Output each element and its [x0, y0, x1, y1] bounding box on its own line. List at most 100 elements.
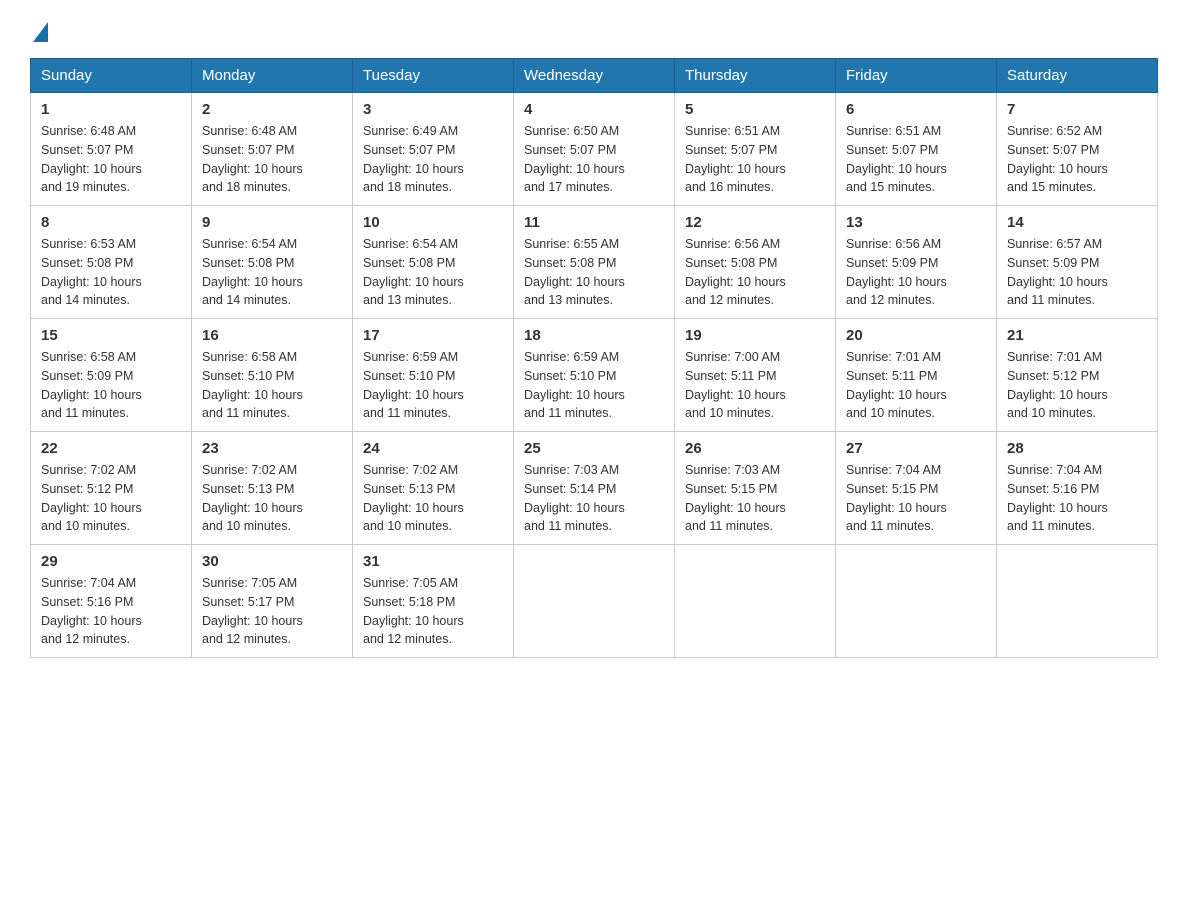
day-number: 31 — [363, 553, 503, 570]
calendar-cell: 12 Sunrise: 6:56 AM Sunset: 5:08 PM Dayl… — [675, 206, 836, 319]
calendar-cell: 30 Sunrise: 7:05 AM Sunset: 5:17 PM Dayl… — [192, 545, 353, 658]
day-number: 29 — [41, 553, 181, 570]
day-info: Sunrise: 7:02 AM Sunset: 5:13 PM Dayligh… — [363, 461, 503, 536]
calendar-cell: 26 Sunrise: 7:03 AM Sunset: 5:15 PM Dayl… — [675, 432, 836, 545]
day-number: 16 — [202, 327, 342, 344]
calendar-cell: 10 Sunrise: 6:54 AM Sunset: 5:08 PM Dayl… — [353, 206, 514, 319]
calendar-cell: 21 Sunrise: 7:01 AM Sunset: 5:12 PM Dayl… — [997, 319, 1158, 432]
weekday-header-row: SundayMondayTuesdayWednesdayThursdayFrid… — [31, 59, 1158, 93]
calendar-cell: 27 Sunrise: 7:04 AM Sunset: 5:15 PM Dayl… — [836, 432, 997, 545]
calendar-cell: 22 Sunrise: 7:02 AM Sunset: 5:12 PM Dayl… — [31, 432, 192, 545]
calendar-body: 1 Sunrise: 6:48 AM Sunset: 5:07 PM Dayli… — [31, 93, 1158, 658]
day-number: 22 — [41, 440, 181, 457]
calendar-cell: 15 Sunrise: 6:58 AM Sunset: 5:09 PM Dayl… — [31, 319, 192, 432]
day-info: Sunrise: 6:48 AM Sunset: 5:07 PM Dayligh… — [41, 122, 181, 197]
day-number: 24 — [363, 440, 503, 457]
calendar-cell: 1 Sunrise: 6:48 AM Sunset: 5:07 PM Dayli… — [31, 93, 192, 206]
day-number: 1 — [41, 101, 181, 118]
day-number: 14 — [1007, 214, 1147, 231]
day-number: 4 — [524, 101, 664, 118]
day-info: Sunrise: 6:56 AM Sunset: 5:08 PM Dayligh… — [685, 235, 825, 310]
day-number: 7 — [1007, 101, 1147, 118]
day-number: 23 — [202, 440, 342, 457]
calendar-table: SundayMondayTuesdayWednesdayThursdayFrid… — [30, 58, 1158, 658]
day-info: Sunrise: 7:04 AM Sunset: 5:16 PM Dayligh… — [1007, 461, 1147, 536]
day-number: 21 — [1007, 327, 1147, 344]
calendar-cell: 14 Sunrise: 6:57 AM Sunset: 5:09 PM Dayl… — [997, 206, 1158, 319]
day-info: Sunrise: 6:58 AM Sunset: 5:10 PM Dayligh… — [202, 348, 342, 423]
calendar-cell: 13 Sunrise: 6:56 AM Sunset: 5:09 PM Dayl… — [836, 206, 997, 319]
day-info: Sunrise: 6:48 AM Sunset: 5:07 PM Dayligh… — [202, 122, 342, 197]
calendar-cell: 29 Sunrise: 7:04 AM Sunset: 5:16 PM Dayl… — [31, 545, 192, 658]
weekday-header-monday: Monday — [192, 59, 353, 93]
calendar-cell: 20 Sunrise: 7:01 AM Sunset: 5:11 PM Dayl… — [836, 319, 997, 432]
day-info: Sunrise: 7:02 AM Sunset: 5:12 PM Dayligh… — [41, 461, 181, 536]
day-info: Sunrise: 6:55 AM Sunset: 5:08 PM Dayligh… — [524, 235, 664, 310]
calendar-cell: 31 Sunrise: 7:05 AM Sunset: 5:18 PM Dayl… — [353, 545, 514, 658]
calendar-cell: 23 Sunrise: 7:02 AM Sunset: 5:13 PM Dayl… — [192, 432, 353, 545]
calendar-cell: 5 Sunrise: 6:51 AM Sunset: 5:07 PM Dayli… — [675, 93, 836, 206]
weekday-header-friday: Friday — [836, 59, 997, 93]
day-number: 15 — [41, 327, 181, 344]
day-number: 19 — [685, 327, 825, 344]
day-number: 6 — [846, 101, 986, 118]
day-info: Sunrise: 7:02 AM Sunset: 5:13 PM Dayligh… — [202, 461, 342, 536]
weekday-header-wednesday: Wednesday — [514, 59, 675, 93]
calendar-cell: 16 Sunrise: 6:58 AM Sunset: 5:10 PM Dayl… — [192, 319, 353, 432]
weekday-header-tuesday: Tuesday — [353, 59, 514, 93]
calendar-cell: 25 Sunrise: 7:03 AM Sunset: 5:14 PM Dayl… — [514, 432, 675, 545]
day-number: 27 — [846, 440, 986, 457]
day-info: Sunrise: 6:58 AM Sunset: 5:09 PM Dayligh… — [41, 348, 181, 423]
calendar-cell: 4 Sunrise: 6:50 AM Sunset: 5:07 PM Dayli… — [514, 93, 675, 206]
day-info: Sunrise: 7:00 AM Sunset: 5:11 PM Dayligh… — [685, 348, 825, 423]
calendar-cell: 7 Sunrise: 6:52 AM Sunset: 5:07 PM Dayli… — [997, 93, 1158, 206]
calendar-cell: 2 Sunrise: 6:48 AM Sunset: 5:07 PM Dayli… — [192, 93, 353, 206]
day-info: Sunrise: 7:04 AM Sunset: 5:15 PM Dayligh… — [846, 461, 986, 536]
calendar-cell — [836, 545, 997, 658]
day-number: 28 — [1007, 440, 1147, 457]
day-info: Sunrise: 6:56 AM Sunset: 5:09 PM Dayligh… — [846, 235, 986, 310]
week-row-5: 29 Sunrise: 7:04 AM Sunset: 5:16 PM Dayl… — [31, 545, 1158, 658]
calendar-cell: 11 Sunrise: 6:55 AM Sunset: 5:08 PM Dayl… — [514, 206, 675, 319]
day-number: 17 — [363, 327, 503, 344]
calendar-cell: 19 Sunrise: 7:00 AM Sunset: 5:11 PM Dayl… — [675, 319, 836, 432]
day-info: Sunrise: 7:05 AM Sunset: 5:18 PM Dayligh… — [363, 574, 503, 649]
calendar-cell — [675, 545, 836, 658]
calendar-cell: 24 Sunrise: 7:02 AM Sunset: 5:13 PM Dayl… — [353, 432, 514, 545]
day-info: Sunrise: 6:59 AM Sunset: 5:10 PM Dayligh… — [363, 348, 503, 423]
logo — [30, 20, 48, 40]
logo-triangle-icon — [33, 22, 48, 42]
calendar-cell: 8 Sunrise: 6:53 AM Sunset: 5:08 PM Dayli… — [31, 206, 192, 319]
day-number: 11 — [524, 214, 664, 231]
day-number: 26 — [685, 440, 825, 457]
day-info: Sunrise: 6:53 AM Sunset: 5:08 PM Dayligh… — [41, 235, 181, 310]
day-number: 12 — [685, 214, 825, 231]
day-number: 13 — [846, 214, 986, 231]
day-info: Sunrise: 6:54 AM Sunset: 5:08 PM Dayligh… — [202, 235, 342, 310]
day-number: 20 — [846, 327, 986, 344]
day-info: Sunrise: 6:57 AM Sunset: 5:09 PM Dayligh… — [1007, 235, 1147, 310]
day-info: Sunrise: 6:49 AM Sunset: 5:07 PM Dayligh… — [363, 122, 503, 197]
day-number: 25 — [524, 440, 664, 457]
calendar-cell — [997, 545, 1158, 658]
calendar-header: SundayMondayTuesdayWednesdayThursdayFrid… — [31, 59, 1158, 93]
day-number: 9 — [202, 214, 342, 231]
day-number: 10 — [363, 214, 503, 231]
day-info: Sunrise: 7:03 AM Sunset: 5:14 PM Dayligh… — [524, 461, 664, 536]
page-header — [30, 20, 1158, 40]
weekday-header-sunday: Sunday — [31, 59, 192, 93]
day-info: Sunrise: 6:50 AM Sunset: 5:07 PM Dayligh… — [524, 122, 664, 197]
day-number: 8 — [41, 214, 181, 231]
week-row-4: 22 Sunrise: 7:02 AM Sunset: 5:12 PM Dayl… — [31, 432, 1158, 545]
day-info: Sunrise: 6:51 AM Sunset: 5:07 PM Dayligh… — [685, 122, 825, 197]
day-number: 3 — [363, 101, 503, 118]
day-number: 18 — [524, 327, 664, 344]
day-info: Sunrise: 7:04 AM Sunset: 5:16 PM Dayligh… — [41, 574, 181, 649]
day-info: Sunrise: 6:59 AM Sunset: 5:10 PM Dayligh… — [524, 348, 664, 423]
calendar-cell: 3 Sunrise: 6:49 AM Sunset: 5:07 PM Dayli… — [353, 93, 514, 206]
day-info: Sunrise: 7:01 AM Sunset: 5:11 PM Dayligh… — [846, 348, 986, 423]
day-info: Sunrise: 7:03 AM Sunset: 5:15 PM Dayligh… — [685, 461, 825, 536]
day-number: 30 — [202, 553, 342, 570]
week-row-1: 1 Sunrise: 6:48 AM Sunset: 5:07 PM Dayli… — [31, 93, 1158, 206]
day-number: 5 — [685, 101, 825, 118]
